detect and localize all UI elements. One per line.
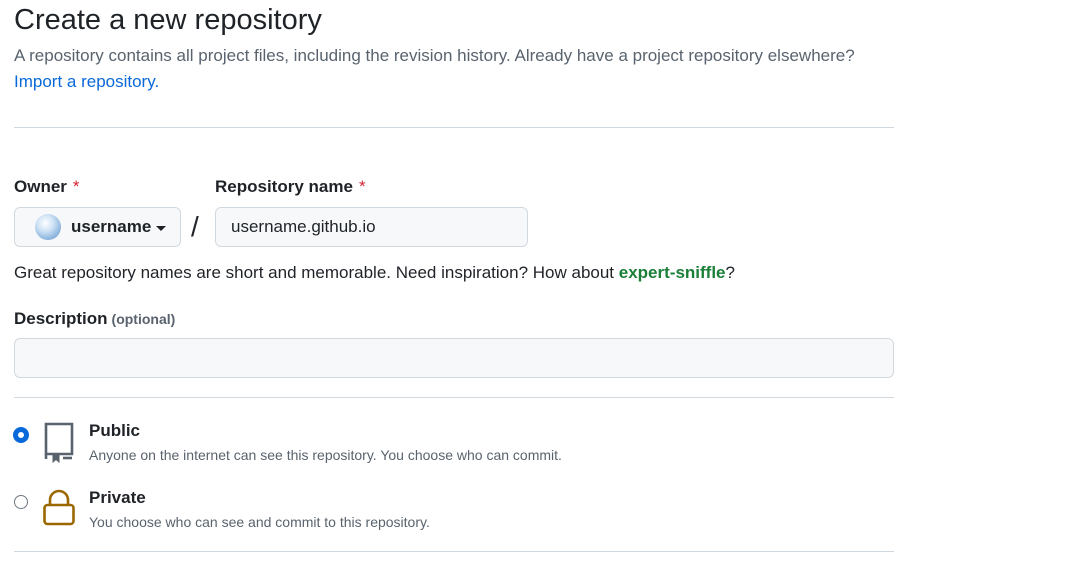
import-repository-link[interactable]: Import a repository. bbox=[14, 72, 159, 92]
public-radio[interactable] bbox=[14, 428, 28, 442]
repo-name-hint: Great repository names are short and mem… bbox=[14, 263, 735, 282]
name-suggestion[interactable]: expert-sniffle bbox=[619, 263, 726, 282]
repo-icon bbox=[42, 421, 76, 464]
private-radio[interactable] bbox=[14, 495, 28, 509]
divider bbox=[14, 397, 894, 398]
public-title: Public bbox=[89, 421, 141, 440]
required-mark: * bbox=[358, 177, 366, 196]
owner-dropdown[interactable]: username bbox=[14, 207, 181, 247]
page-title: Create a new repository bbox=[14, 4, 322, 36]
divider bbox=[14, 551, 894, 552]
repo-name-label: Repository name * bbox=[215, 177, 366, 196]
caret-down-icon bbox=[156, 225, 167, 231]
avatar bbox=[35, 214, 61, 240]
private-title: Private bbox=[89, 488, 146, 507]
repo-name-input[interactable] bbox=[215, 207, 528, 247]
private-description: You choose who can see and commit to thi… bbox=[89, 514, 430, 530]
owner-name: username bbox=[71, 217, 152, 236]
divider bbox=[14, 127, 894, 128]
page-subtitle: A repository contains all project files,… bbox=[14, 46, 855, 65]
optional-tag: (optional) bbox=[111, 311, 176, 327]
owner-repo-separator: / bbox=[191, 211, 199, 242]
description-label: Description (optional) bbox=[14, 309, 176, 328]
required-mark: * bbox=[72, 177, 80, 196]
description-input[interactable] bbox=[14, 338, 894, 378]
public-description: Anyone on the internet can see this repo… bbox=[89, 447, 562, 463]
owner-label: Owner * bbox=[14, 177, 80, 196]
lock-icon bbox=[42, 488, 76, 528]
